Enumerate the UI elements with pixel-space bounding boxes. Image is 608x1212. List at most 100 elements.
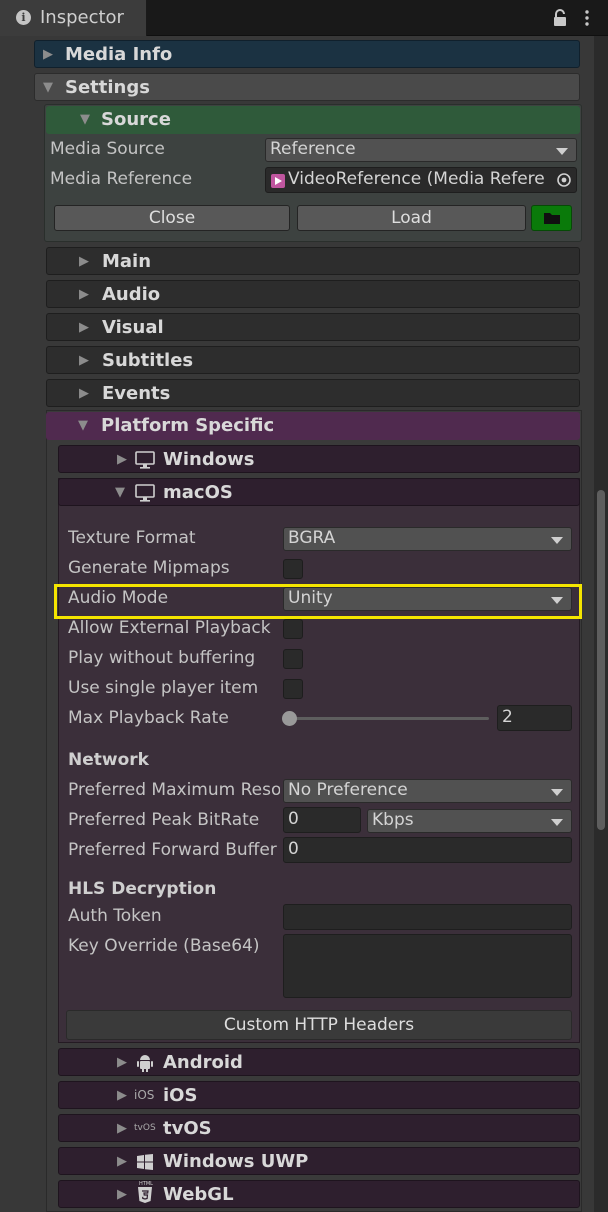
hls-decryption-header: HLS Decryption: [68, 879, 217, 899]
foldout-label: Visual: [102, 317, 164, 338]
audio-mode-label: Audio Mode: [68, 588, 169, 608]
chevron-right-icon: ▶: [79, 386, 89, 401]
tab-title: Inspector: [40, 7, 124, 28]
foldout-label: Main: [102, 251, 152, 272]
allow-external-playback-checkbox[interactable]: [283, 619, 303, 639]
texture-format-label: Texture Format: [68, 528, 196, 548]
preferred-forward-buffer-field[interactable]: 0: [283, 837, 572, 863]
chevron-right-icon: ▶: [79, 287, 89, 302]
object-picker-icon[interactable]: [556, 172, 572, 188]
foldout-label: Media Info: [65, 44, 173, 65]
foldout-webgl[interactable]: ▶ HTML WebGL: [58, 1180, 580, 1208]
chevron-right-icon: ▶: [79, 254, 89, 269]
preferred-max-resolution-label: Preferred Maximum Reso: [68, 780, 280, 800]
chevron-right-icon: ▶: [117, 1121, 127, 1136]
use-single-player-item-checkbox[interactable]: [283, 679, 303, 699]
media-reference-asset-icon: [270, 173, 286, 189]
foldout-label: Settings: [65, 77, 150, 98]
foldout-tvos[interactable]: ▶ tvOS tvOS: [58, 1114, 580, 1142]
chevron-right-icon: ▶: [117, 1154, 127, 1169]
foldout-media-info[interactable]: ▶ Media Info: [34, 40, 580, 68]
auth-token-field[interactable]: [283, 904, 572, 930]
media-source-label: Media Source: [50, 139, 165, 159]
dropdown-arrow-icon: [556, 148, 568, 155]
foldout-label: iOS: [163, 1085, 198, 1106]
foldout-source[interactable]: ▼ Source: [46, 106, 580, 134]
android-icon: [137, 1053, 153, 1072]
auth-token-label: Auth Token: [68, 906, 162, 926]
allow-external-playback-label: Allow External Playback: [68, 618, 271, 638]
foldout-label: tvOS: [163, 1118, 212, 1139]
foldout-ios[interactable]: ▶ iOS iOS: [58, 1081, 580, 1109]
bitrate-unit-value: Kbps: [372, 810, 414, 830]
foldout-label: Platform Specific: [101, 415, 275, 436]
ios-icon: iOS: [134, 1088, 155, 1102]
media-source-dropdown[interactable]: Reference: [265, 138, 577, 162]
key-override-label: Key Override (Base64): [68, 936, 260, 956]
max-playback-rate-slider-track[interactable]: [289, 717, 489, 720]
foldout-events[interactable]: ▶ Events: [46, 379, 580, 407]
foldout-label: Subtitles: [102, 350, 194, 371]
max-playback-rate-slider-thumb[interactable]: [282, 711, 297, 726]
play-without-buffering-checkbox[interactable]: [283, 649, 303, 669]
audio-mode-dropdown[interactable]: Unity: [283, 587, 572, 611]
dropdown-arrow-icon: [551, 789, 563, 796]
monitor-icon: [135, 451, 155, 469]
folder-icon: [543, 213, 560, 224]
chevron-right-icon: ▶: [117, 1187, 127, 1202]
foldout-platform-specific[interactable]: ▼ Platform Specific: [46, 412, 580, 440]
foldout-macos[interactable]: ▼ macOS: [58, 478, 580, 506]
scrollbar-thumb[interactable]: [597, 490, 605, 830]
foldout-subtitles[interactable]: ▶ Subtitles: [46, 346, 580, 374]
key-override-field[interactable]: [283, 934, 572, 998]
foldout-label: Windows: [163, 449, 255, 470]
chevron-down-icon: ▼: [80, 112, 90, 127]
more-menu-icon[interactable]: [584, 9, 590, 27]
preferred-max-resolution-dropdown[interactable]: No Preference: [283, 779, 572, 803]
monitor-icon: [135, 484, 155, 502]
preferred-forward-buffer-label: Preferred Forward Buffer: [68, 840, 277, 860]
foldout-visual[interactable]: ▶ Visual: [46, 313, 580, 341]
foldout-label: Events: [102, 383, 171, 404]
tab-inspector[interactable]: i Inspector: [0, 0, 147, 36]
foldout-label: WebGL: [163, 1184, 234, 1205]
texture-format-dropdown[interactable]: BGRA: [283, 527, 572, 551]
generate-mipmaps-label: Generate Mipmaps: [68, 558, 230, 578]
close-button[interactable]: Close: [54, 205, 290, 231]
network-header: Network: [68, 750, 149, 770]
foldout-label: Source: [101, 109, 171, 130]
foldout-audio[interactable]: ▶ Audio: [46, 280, 580, 308]
foldout-label: macOS: [163, 482, 233, 503]
audio-mode-value: Unity: [288, 588, 333, 608]
bitrate-unit-dropdown[interactable]: Kbps: [367, 809, 572, 833]
foldout-settings[interactable]: ▼ Settings: [34, 73, 580, 101]
dropdown-arrow-icon: [551, 537, 563, 544]
foldout-main[interactable]: ▶ Main: [46, 247, 580, 275]
preferred-peak-bitrate-field[interactable]: 0: [283, 807, 361, 833]
media-reference-field[interactable]: VideoReference (Media Refere: [265, 167, 577, 193]
foldout-label: Audio: [102, 284, 161, 305]
preferred-max-resolution-value: No Preference: [288, 780, 408, 800]
foldout-windows[interactable]: ▶ Windows: [58, 445, 580, 473]
foldout-windows-uwp[interactable]: ▶ Windows UWP: [58, 1147, 580, 1175]
lock-icon[interactable]: [553, 9, 567, 27]
media-reference-value: VideoReference (Media Refere: [288, 169, 545, 189]
use-single-player-item-label: Use single player item: [68, 678, 259, 698]
preferred-peak-bitrate-label: Preferred Peak BitRate: [68, 810, 260, 830]
generate-mipmaps-checkbox[interactable]: [283, 559, 303, 579]
dropdown-arrow-icon: [551, 819, 563, 826]
info-icon: i: [16, 10, 31, 25]
chevron-right-icon: ▶: [117, 452, 127, 467]
foldout-android[interactable]: ▶ Android: [58, 1048, 580, 1076]
browse-folder-button[interactable]: [531, 205, 572, 231]
media-reference-label: Media Reference: [50, 169, 193, 189]
max-playback-rate-label: Max Playback Rate: [68, 708, 229, 728]
custom-http-headers-button[interactable]: Custom HTTP Headers: [66, 1010, 572, 1040]
max-playback-rate-field[interactable]: 2: [497, 705, 572, 731]
media-source-value: Reference: [270, 139, 356, 159]
chevron-right-icon: ▶: [79, 320, 89, 335]
dropdown-arrow-icon: [551, 597, 563, 604]
load-button[interactable]: Load: [297, 205, 526, 231]
chevron-right-icon: ▶: [43, 47, 53, 62]
chevron-down-icon: ▼: [43, 80, 53, 95]
